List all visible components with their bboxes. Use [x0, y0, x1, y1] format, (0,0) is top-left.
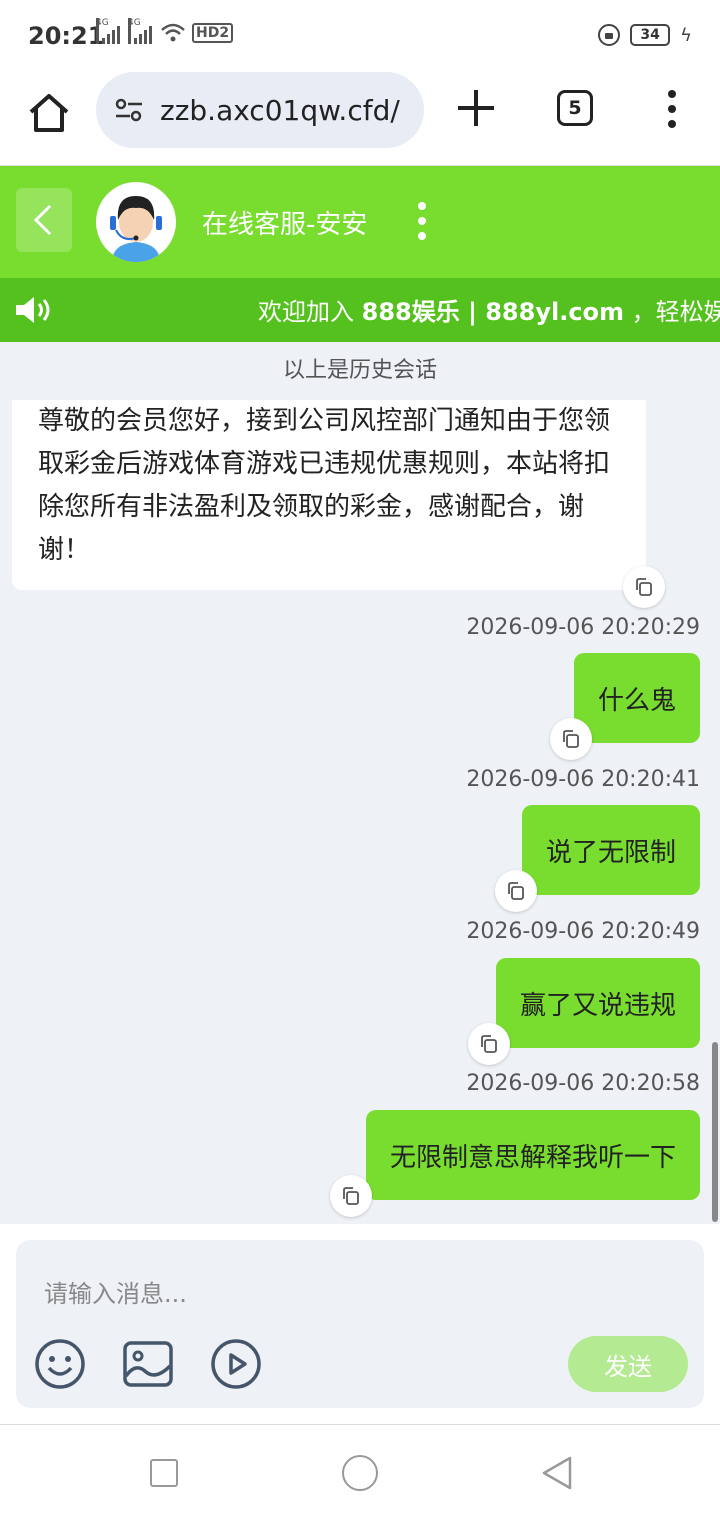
tab-switcher-button[interactable]: 5 — [557, 90, 593, 126]
send-button[interactable]: 发送 — [568, 1336, 688, 1392]
chat-scrollbar[interactable] — [712, 1042, 718, 1222]
message-timestamp: 2026-09-06 20:20:49 — [466, 919, 700, 944]
composer-card: 发送 — [16, 1240, 704, 1408]
recents-icon[interactable] — [150, 1459, 178, 1487]
browser-menu-button[interactable] — [664, 90, 680, 128]
charging-icon: ϟ — [680, 24, 692, 46]
copy-icon — [343, 1187, 359, 1205]
url-text[interactable]: zzb.axc01qw.cfd/ — [160, 94, 400, 127]
copy-icon — [563, 730, 579, 748]
status-bar: 20:21 4G 4G HD2 34 ϟ — [0, 0, 720, 72]
chat-messages[interactable]: 以上是历史会话 尊敬的会员您好，接到公司风控部门通知由于您领取彩金后游戏体育游戏… — [0, 342, 720, 1224]
browser-toolbar: zzb.axc01qw.cfd/ 5 — [0, 72, 720, 166]
image-icon[interactable] — [122, 1338, 174, 1390]
copy-icon — [636, 578, 652, 596]
emoji-icon[interactable] — [34, 1338, 86, 1390]
signal-icon: 4G — [96, 18, 122, 44]
received-message: 尊敬的会员您好，接到公司风控部门通知由于您领取彩金后游戏体育游戏已违规优惠规则，… — [12, 400, 646, 590]
back-button[interactable] — [16, 188, 72, 252]
status-icons: 4G 4G HD2 — [96, 18, 234, 44]
site-settings-icon[interactable] — [114, 97, 144, 123]
home-icon[interactable] — [26, 90, 72, 136]
notice-marquee: 欢迎加入 888娱乐 | 888yl.com ，轻松娱乐 — [0, 278, 720, 342]
sent-message: 无限制意思解释我听一下 — [365, 1110, 700, 1200]
copy-button[interactable] — [550, 718, 592, 760]
video-icon[interactable] — [210, 1338, 262, 1390]
new-tab-button[interactable] — [458, 90, 494, 126]
sent-message: 什么鬼 — [573, 653, 700, 743]
home-nav-icon[interactable] — [342, 1455, 378, 1491]
system-nav-bar — [0, 1424, 720, 1520]
battery-icon: 34 — [630, 24, 671, 46]
message-timestamp: 2026-09-06 20:20:58 — [466, 1071, 700, 1096]
sent-message: 赢了又说违规 — [495, 958, 700, 1048]
speaker-icon — [16, 297, 50, 323]
signal-icon: 4G — [128, 18, 154, 44]
status-time: 20:21 — [28, 22, 105, 50]
copy-button[interactable] — [623, 566, 665, 608]
agent-avatar — [96, 182, 176, 262]
wifi-icon — [161, 23, 185, 42]
message-timestamp: 2026-09-06 20:20:41 — [466, 767, 700, 792]
copy-icon — [481, 1035, 497, 1053]
chat-more-button[interactable] — [414, 202, 430, 240]
hd-icon: HD2 — [192, 23, 234, 43]
chat-header: 在线客服-安安 — [0, 166, 720, 278]
status-right: 34 ϟ — [598, 24, 692, 46]
copy-icon — [508, 882, 524, 900]
agent-avatar-icon — [110, 196, 162, 262]
notice-text: 欢迎加入 888娱乐 | 888yl.com ，轻松娱乐 — [258, 298, 720, 326]
copy-button[interactable] — [330, 1175, 372, 1217]
message-timestamp: 2026-09-06 20:20:29 — [466, 615, 700, 640]
history-label: 以上是历史会话 — [282, 358, 437, 383]
agent-name: 在线客服-安安 — [202, 210, 368, 240]
chevron-left-icon — [33, 204, 52, 236]
message-input[interactable] — [44, 1276, 664, 1312]
composer: 发送 — [0, 1224, 720, 1424]
sent-message: 说了无限制 — [521, 805, 700, 895]
back-nav-icon[interactable] — [540, 1455, 574, 1491]
copy-button[interactable] — [495, 870, 537, 912]
copy-button[interactable] — [468, 1023, 510, 1065]
rotation-lock-icon — [598, 24, 621, 46]
address-bar[interactable]: zzb.axc01qw.cfd/ — [96, 72, 424, 148]
